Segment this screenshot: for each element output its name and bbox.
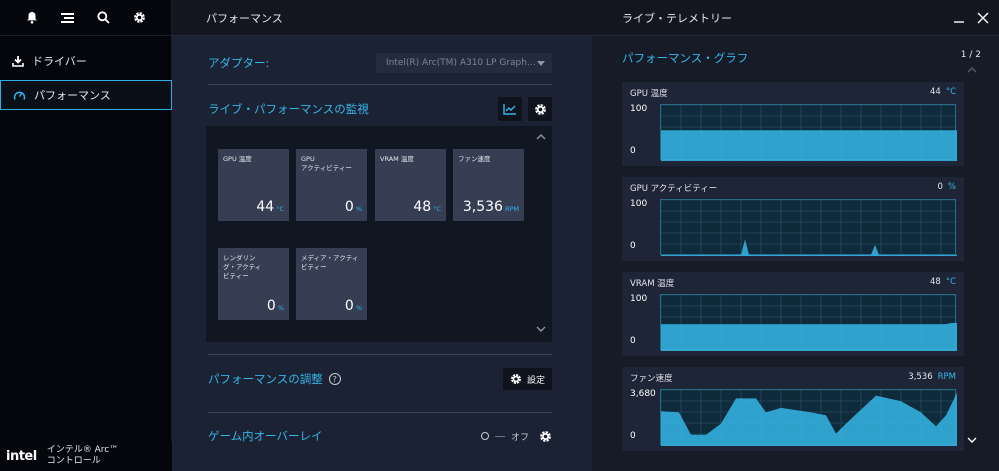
telemetry-header: ライブ・テレメトリー	[592, 0, 999, 36]
gear-icon[interactable]	[539, 430, 552, 443]
menu-icon[interactable]	[59, 9, 77, 27]
page-indicator: 1 / 2	[960, 50, 981, 60]
bell-icon[interactable]	[23, 9, 41, 27]
tuning-row: パフォーマンスの調整 ? 設定	[208, 367, 552, 391]
monitor-header: ライブ・パフォーマンスの監視	[208, 96, 552, 122]
graph-area-fill	[661, 130, 957, 161]
monitor-title: ライブ・パフォーマンスの監視	[208, 102, 369, 116]
app-window: ドライバー パフォーマンス intel インテル® Arc™ コントロール パフ…	[0, 0, 999, 471]
graph-plot-area	[660, 294, 957, 351]
graph-area-fill	[661, 239, 957, 256]
chart-view-button[interactable]	[498, 97, 522, 121]
adapter-select[interactable]: Intel(R) Arc(TM) A310 LP Graph…	[376, 53, 552, 73]
intel-logo: intel	[6, 448, 37, 464]
graph-gpu-temp: GPU 温度 44 °C 100 0	[622, 82, 964, 166]
adapter-label: アダプター:	[208, 56, 270, 70]
sidebar-item-driver[interactable]: ドライバー	[0, 46, 172, 76]
overlay-state: オフ	[510, 432, 529, 443]
telemetry-title: ライブ・テレメトリー	[622, 11, 732, 25]
chevron-down-icon[interactable]	[967, 436, 977, 444]
overlay-row: ゲーム内オーバーレイ オフ	[208, 425, 552, 447]
divider	[208, 412, 552, 413]
download-icon	[12, 56, 24, 67]
chevron-up-icon[interactable]	[967, 66, 977, 74]
help-icon[interactable]: ?	[328, 373, 341, 385]
graph-gpu-activity: GPU アクティビティー 0% 100 0	[622, 177, 964, 261]
search-icon[interactable]	[94, 9, 112, 27]
metric-tile-gpu-temp: GPU 温度 44 °C	[218, 149, 289, 221]
chevron-down-icon[interactable]	[536, 324, 546, 334]
chevron-up-icon[interactable]	[536, 132, 546, 142]
adapter-select-value: Intel(R) Arc(TM) A310 LP Graph…	[386, 58, 536, 68]
adapter-row: アダプター: Intel(R) Arc(TM) A310 LP Graph…	[208, 52, 552, 74]
graph-vram-temp: VRAM 温度 48 °C 100 0	[622, 272, 964, 356]
brand-line-2: コントロール	[46, 456, 101, 466]
gauge-icon	[13, 91, 26, 100]
gear-icon	[534, 103, 546, 115]
gear-icon	[510, 374, 521, 384]
graph-area-fill	[661, 323, 957, 351]
metric-tile-media-activity: メディア・アクティ ビティー 0%	[296, 248, 367, 320]
overlay-toggle[interactable]	[480, 432, 489, 440]
line-chart-icon	[503, 104, 516, 115]
settings-label: 設定	[526, 375, 545, 386]
tuning-settings-button[interactable]: 設定	[502, 368, 552, 390]
graph-plot-area	[660, 199, 957, 256]
graph-fan-speed: ファン速度 3,536 RPM 3,680 0	[622, 367, 964, 451]
sidebar-item-label: ドライバー	[32, 55, 87, 68]
sidebar-toolbar	[0, 0, 171, 36]
metric-tile-render-activity: レンダリン グ・アクティ ビティー 0%	[218, 248, 289, 320]
brand-line-1: インテル® Arc™	[46, 445, 119, 455]
close-icon[interactable]	[977, 12, 989, 24]
overlay-title: ゲーム内オーバーレイ	[208, 429, 323, 443]
divider	[208, 84, 552, 85]
performance-panel: パフォーマンス アダプター: Intel(R) Arc(TM) A310 LP …	[172, 0, 592, 471]
graphs-title: パフォーマンス・グラフ	[622, 51, 749, 65]
graph-plot-area	[660, 389, 957, 446]
divider	[208, 354, 552, 355]
monitor-settings-button[interactable]	[528, 97, 552, 121]
sidebar-item-label: パフォーマンス	[34, 89, 111, 102]
tuning-title: パフォーマンスの調整	[208, 372, 323, 386]
gear-icon[interactable]	[130, 9, 148, 27]
brand-footer: intel インテル® Arc™ コントロール	[0, 441, 172, 471]
metric-tile-vram-temp: VRAM 温度 48 °C	[375, 149, 446, 221]
metric-tile-fan-speed: ファン速度 3,536 RPM	[453, 149, 524, 221]
panel-header: パフォーマンス	[172, 0, 592, 36]
telemetry-panel: ライブ・テレメトリー パフォーマンス・グラフ 1 / 2 GPU 温度 44 °C …	[592, 0, 999, 471]
metric-tile-gpu-activity: GPU アクティビティー 0%	[296, 149, 367, 221]
graph-plot-area	[660, 104, 957, 161]
minimize-icon[interactable]	[953, 12, 965, 24]
metric-tiles: GPU 温度 44 °C GPU アクティビティー 0% VRAM 温度 48 °C…	[206, 126, 552, 342]
sidebar-item-performance[interactable]: パフォーマンス	[0, 80, 179, 110]
caret-down-icon	[537, 60, 545, 66]
sidebar: ドライバー パフォーマンス intel インテル® Arc™ コントロール	[0, 0, 179, 471]
